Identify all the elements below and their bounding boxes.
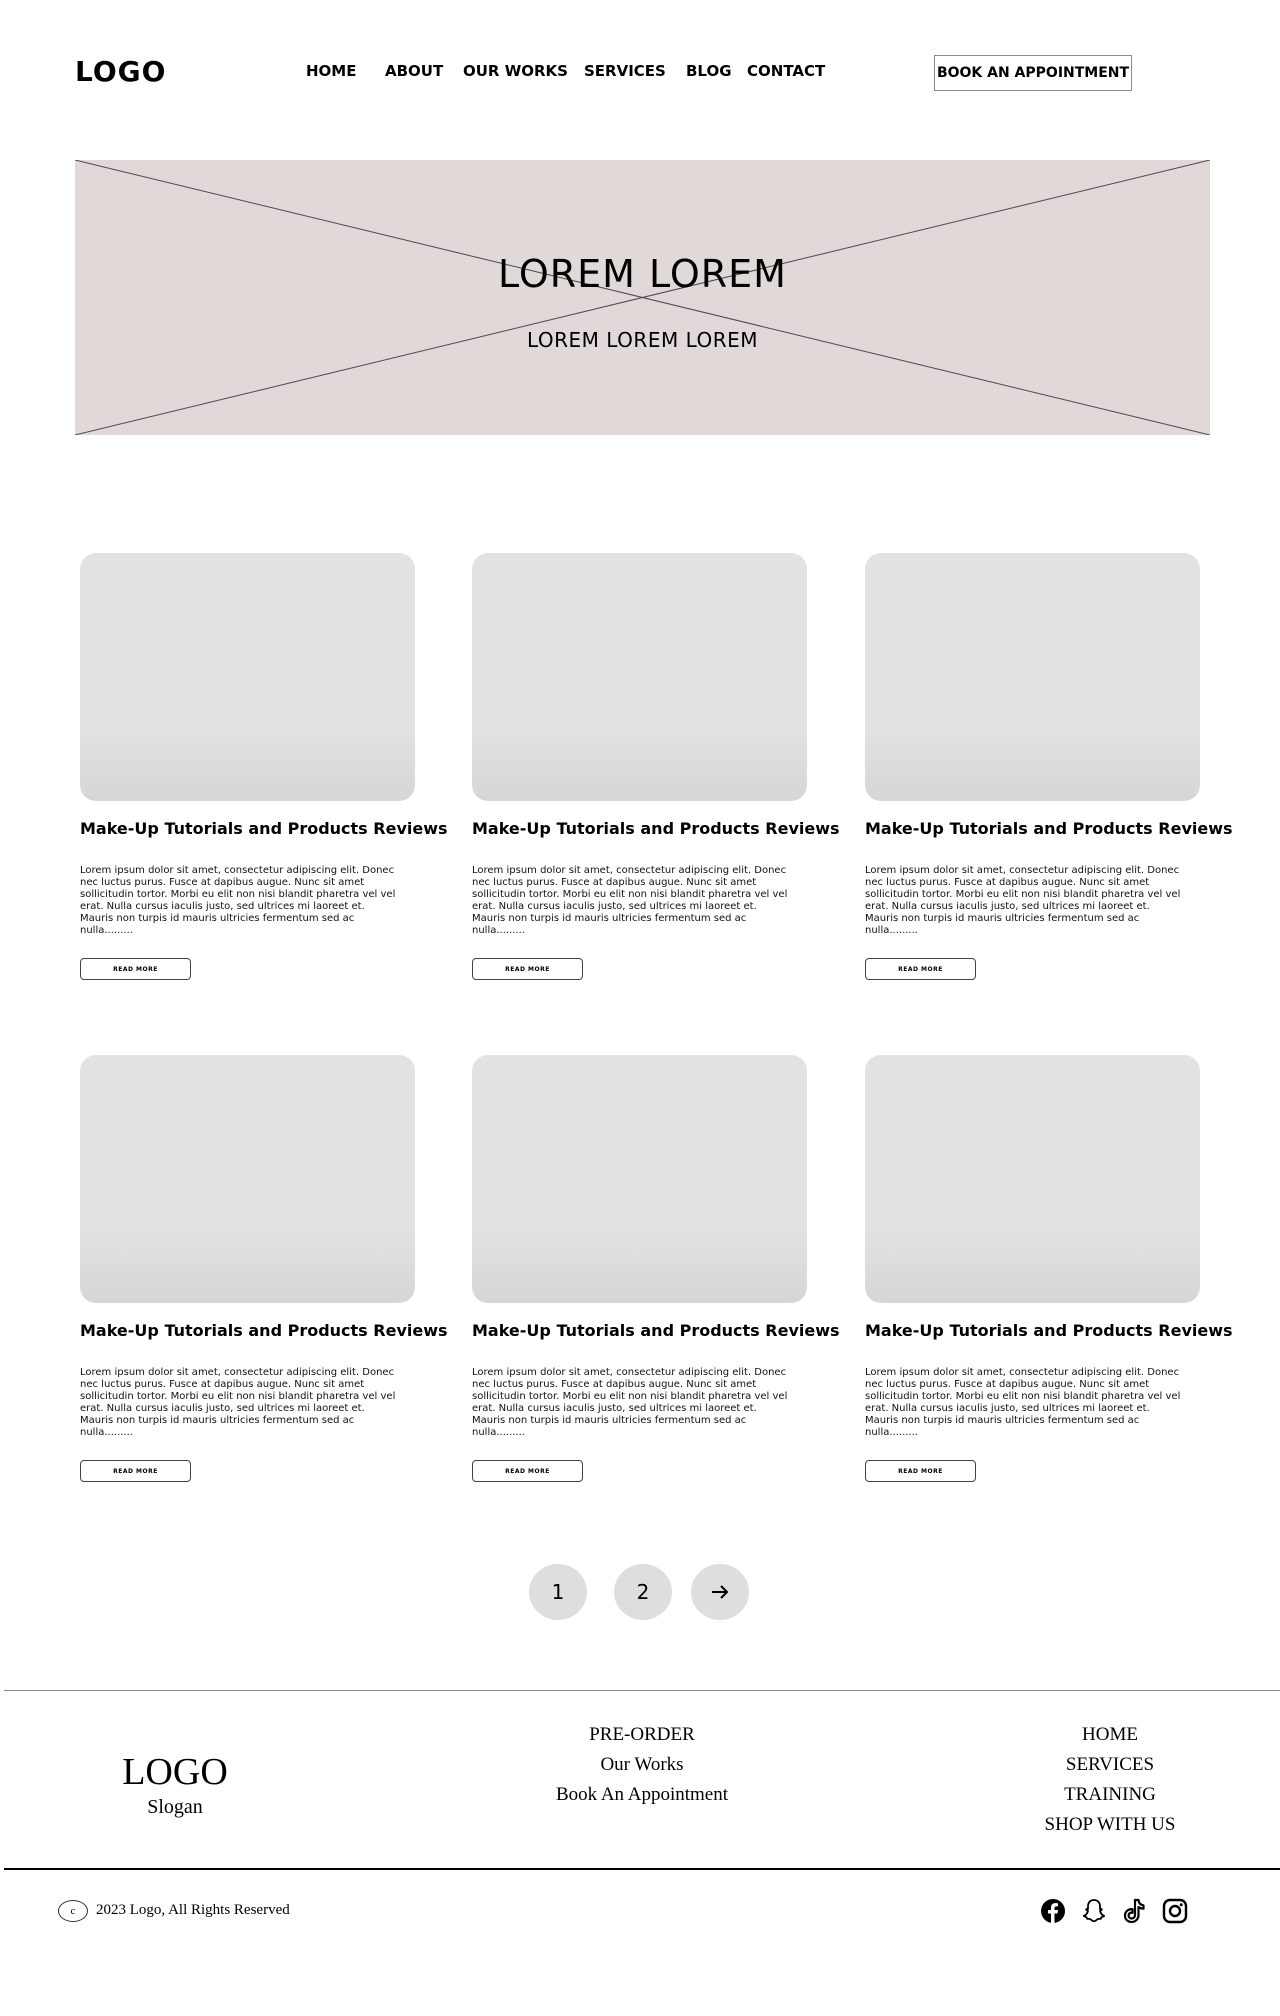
card-excerpt: Lorem ipsum dolor sit amet, consectetur … bbox=[80, 1367, 396, 1438]
card-excerpt: Lorem ipsum dolor sit amet, consectetur … bbox=[472, 865, 788, 936]
card-image-placeholder[interactable] bbox=[865, 553, 1200, 801]
snapchat-icon[interactable] bbox=[1080, 1897, 1108, 1925]
blog-card: Make-Up Tutorials and Products Reviews L… bbox=[865, 553, 1233, 980]
hero-subtitle: LOREM LOREM LOREM bbox=[526, 328, 759, 352]
nav-our-works[interactable]: OUR WORKS bbox=[463, 62, 568, 80]
tiktok-icon[interactable] bbox=[1120, 1897, 1148, 1925]
card-image-placeholder[interactable] bbox=[472, 1055, 807, 1303]
footer-link-our-works[interactable]: Our Works bbox=[542, 1754, 742, 1776]
card-title[interactable]: Make-Up Tutorials and Products Reviews bbox=[865, 1321, 1233, 1340]
blog-card: Make-Up Tutorials and Products Reviews L… bbox=[865, 1055, 1233, 1482]
hero-banner: LOREM LOREM LOREM LOREM LOREM bbox=[75, 160, 1210, 435]
blog-card: Make-Up Tutorials and Products Reviews L… bbox=[80, 553, 448, 980]
nav-home[interactable]: HOME bbox=[306, 62, 356, 80]
logo[interactable]: LOGO bbox=[75, 55, 166, 88]
read-more-button[interactable]: READ MORE bbox=[865, 958, 976, 980]
footer-logo[interactable]: LOGO bbox=[100, 1750, 250, 1794]
footer-top-divider bbox=[4, 1690, 1280, 1691]
read-more-button[interactable]: READ MORE bbox=[865, 1460, 976, 1482]
nav-about[interactable]: ABOUT bbox=[385, 62, 443, 80]
blog-card: Make-Up Tutorials and Products Reviews L… bbox=[472, 553, 840, 980]
nav-blog[interactable]: BLOG bbox=[686, 62, 732, 80]
hero-placeholder-cross bbox=[75, 160, 1210, 435]
footer-link-training[interactable]: TRAINING bbox=[1010, 1784, 1210, 1806]
card-title[interactable]: Make-Up Tutorials and Products Reviews bbox=[80, 819, 448, 838]
arrow-right-icon bbox=[712, 1585, 729, 1599]
footer-link-shop-with-us[interactable]: SHOP WITH US bbox=[1010, 1814, 1210, 1836]
footer-link-book-appointment[interactable]: Book An Appointment bbox=[542, 1784, 742, 1806]
card-excerpt: Lorem ipsum dolor sit amet, consectetur … bbox=[472, 1367, 788, 1438]
page-1-button[interactable]: 1 bbox=[529, 1564, 587, 1620]
page-2-button[interactable]: 2 bbox=[614, 1564, 672, 1620]
book-appointment-button[interactable]: BOOK AN APPOINTMENT bbox=[934, 55, 1132, 91]
card-title[interactable]: Make-Up Tutorials and Products Reviews bbox=[80, 1321, 448, 1340]
footer-link-pre-order[interactable]: PRE-ORDER bbox=[542, 1724, 742, 1746]
card-image-placeholder[interactable] bbox=[80, 1055, 415, 1303]
blog-card: Make-Up Tutorials and Products Reviews L… bbox=[80, 1055, 448, 1482]
card-title[interactable]: Make-Up Tutorials and Products Reviews bbox=[472, 1321, 840, 1340]
card-excerpt: Lorem ipsum dolor sit amet, consectetur … bbox=[80, 865, 396, 936]
footer-slogan: Slogan bbox=[147, 1796, 203, 1818]
card-excerpt: Lorem ipsum dolor sit amet, consectetur … bbox=[865, 1367, 1181, 1438]
card-title[interactable]: Make-Up Tutorials and Products Reviews bbox=[865, 819, 1233, 838]
card-excerpt: Lorem ipsum dolor sit amet, consectetur … bbox=[865, 865, 1181, 936]
copyright-text: 2023 Logo, All Rights Reserved bbox=[96, 1902, 290, 1918]
card-image-placeholder[interactable] bbox=[80, 553, 415, 801]
hero-title: LOREM LOREM bbox=[498, 252, 787, 296]
card-image-placeholder[interactable] bbox=[865, 1055, 1200, 1303]
nav-contact[interactable]: CONTACT bbox=[747, 62, 825, 80]
read-more-button[interactable]: READ MORE bbox=[80, 1460, 191, 1482]
read-more-button[interactable]: READ MORE bbox=[472, 958, 583, 980]
nav-services[interactable]: SERVICES bbox=[584, 62, 666, 80]
footer-link-services[interactable]: SERVICES bbox=[1010, 1754, 1210, 1776]
facebook-icon[interactable] bbox=[1039, 1897, 1067, 1925]
read-more-button[interactable]: READ MORE bbox=[80, 958, 191, 980]
next-page-button[interactable] bbox=[691, 1564, 749, 1620]
footer-bottom-divider bbox=[4, 1868, 1280, 1870]
read-more-button[interactable]: READ MORE bbox=[472, 1460, 583, 1482]
footer-link-home[interactable]: HOME bbox=[1010, 1724, 1210, 1746]
copyright-icon: c bbox=[58, 1900, 88, 1922]
instagram-icon[interactable] bbox=[1161, 1897, 1189, 1925]
card-image-placeholder[interactable] bbox=[472, 553, 807, 801]
blog-card: Make-Up Tutorials and Products Reviews L… bbox=[472, 1055, 840, 1482]
card-title[interactable]: Make-Up Tutorials and Products Reviews bbox=[472, 819, 840, 838]
